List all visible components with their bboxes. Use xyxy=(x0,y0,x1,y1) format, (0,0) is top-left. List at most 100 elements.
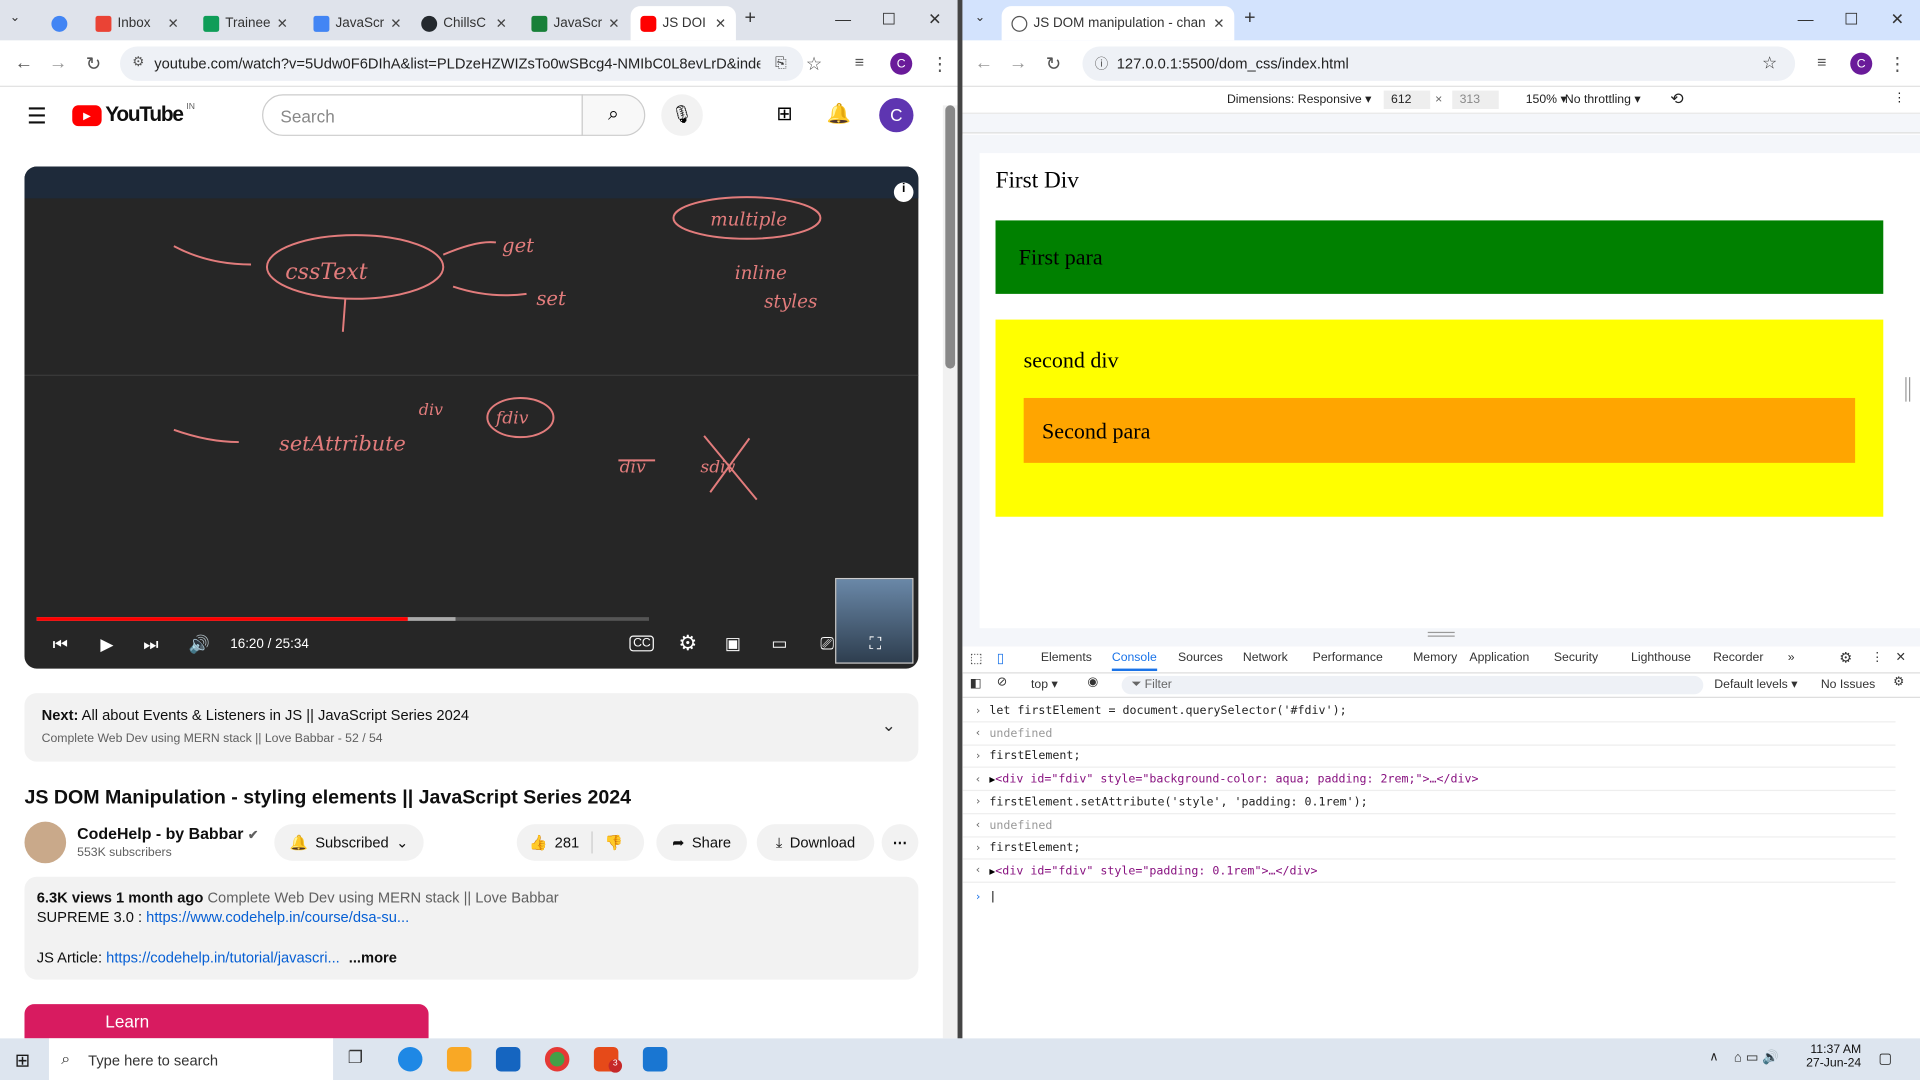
chevron-down-icon[interactable]: ⌄ xyxy=(882,715,896,736)
tab-elements[interactable]: Elements xyxy=(1041,651,1092,664)
more-link[interactable]: ...more xyxy=(349,949,397,966)
context-dropdown[interactable]: top ▾ xyxy=(1031,678,1058,691)
channel-name-row[interactable]: CodeHelp - by Babbar ✔ xyxy=(77,824,258,842)
profile-avatar[interactable]: C xyxy=(1850,52,1873,75)
share-button[interactable]: ➦ Share xyxy=(656,824,747,861)
play-icon[interactable]: ▶ xyxy=(100,634,113,655)
app-icon[interactable]: 3 xyxy=(593,1046,623,1073)
levels-dropdown[interactable]: Default levels ▾ xyxy=(1714,678,1797,691)
width-input[interactable]: 612 xyxy=(1383,90,1431,109)
reload-icon[interactable]: ↻ xyxy=(1046,53,1061,75)
tab-sources[interactable]: Sources xyxy=(1178,651,1223,664)
tab-4[interactable]: ChillsC ✕ xyxy=(411,6,516,40)
tray-chevron-icon[interactable]: ∧ xyxy=(1709,1051,1718,1064)
close-window-icon[interactable]: ✕ xyxy=(1891,10,1904,30)
create-video-icon[interactable]: ⊞ xyxy=(776,102,792,126)
profile-avatar[interactable]: C xyxy=(890,52,913,75)
tab-1[interactable]: Inbox ✕ xyxy=(86,6,189,40)
chrome-icon[interactable] xyxy=(544,1046,570,1072)
cast-icon[interactable]: ⎚ xyxy=(820,633,834,654)
tab-3[interactable]: JavaScr ✕ xyxy=(304,6,409,40)
close-devtools-icon[interactable]: ✕ xyxy=(1896,651,1906,664)
site-info-icon[interactable]: ⚙ xyxy=(132,54,144,70)
new-tab-icon[interactable]: + xyxy=(744,7,755,29)
tab-close-icon[interactable]: ✕ xyxy=(1213,15,1224,32)
file-explorer-icon[interactable] xyxy=(446,1046,472,1072)
description-box[interactable]: 6.3K views 1 month ago Complete Web Dev … xyxy=(24,876,919,980)
tab-close-icon[interactable]: ✕ xyxy=(496,15,507,32)
minimize-icon[interactable]: — xyxy=(835,10,851,28)
tab-close-icon[interactable]: ✕ xyxy=(608,15,619,32)
tab-6-active[interactable]: JS DOI ✕ xyxy=(630,6,736,41)
tab-close-icon[interactable]: ✕ xyxy=(390,15,401,32)
search-input[interactable]: Search xyxy=(262,94,583,136)
subscribed-button[interactable]: 🔔 Subscribed ⌄ xyxy=(274,824,424,861)
tab-network[interactable]: Network xyxy=(1243,651,1288,664)
menu-kebab-icon[interactable]: ⋮ xyxy=(931,53,949,75)
search-icon[interactable]: ⌕ xyxy=(581,94,646,136)
mail-icon[interactable] xyxy=(495,1046,521,1072)
tab-2[interactable]: Trainee ✕ xyxy=(193,6,296,40)
taskbar-search[interactable]: ⌕ Type here to search xyxy=(48,1038,334,1080)
maximize-icon[interactable]: ☐ xyxy=(882,10,896,30)
device-menu-icon[interactable]: ⋮ xyxy=(1893,92,1905,105)
settings-gear-icon[interactable]: ⚙ xyxy=(1839,649,1852,666)
maximize-icon[interactable]: ☐ xyxy=(1844,10,1858,30)
back-icon[interactable]: ← xyxy=(15,53,33,74)
voice-search-icon[interactable]: 🎙 xyxy=(661,94,703,136)
settings-gear-icon[interactable]: ⚙ xyxy=(678,632,697,656)
info-icon[interactable]: ⓘ xyxy=(1095,54,1108,74)
resize-handle-bottom[interactable] xyxy=(1427,631,1455,637)
task-view-icon[interactable]: ❐ xyxy=(348,1047,372,1071)
rotate-icon[interactable]: ⟲ xyxy=(1670,89,1683,109)
hamburger-menu-icon[interactable]: ☰ xyxy=(27,104,47,130)
thumbs-up-icon[interactable]: 👍 xyxy=(529,834,547,851)
tab-5[interactable]: JavaScr ✕ xyxy=(522,6,630,40)
miniplayer-icon[interactable]: ▣ xyxy=(725,633,741,654)
tab-search-icon[interactable]: ⌄ xyxy=(10,11,32,31)
up-next-panel[interactable]: Next: All about Events & Listeners in JS… xyxy=(24,693,919,762)
new-tab-icon[interactable]: + xyxy=(1244,7,1255,29)
throttling-dropdown[interactable]: No throttling ▾ xyxy=(1565,93,1641,106)
forward-icon[interactable]: → xyxy=(1009,53,1027,74)
page-scrollbar[interactable] xyxy=(942,105,958,1039)
console-line-element[interactable]: ‹ ▶ <div id="fdiv" style="padding: 0.1rem… xyxy=(962,861,1896,883)
inspect-element-icon[interactable]: ⬚ xyxy=(970,650,983,666)
media-control-icon[interactable]: ≡ xyxy=(1817,53,1826,71)
filter-input[interactable]: ⏷ Filter xyxy=(1121,675,1704,695)
promo-card[interactable]: Learn xyxy=(24,1004,429,1039)
next-icon[interactable]: ⏭ xyxy=(143,634,158,655)
account-avatar[interactable]: C xyxy=(879,97,914,133)
video-player[interactable]: i cssText multiple get inline set styles… xyxy=(24,166,919,669)
notification-center-icon[interactable]: ▢ xyxy=(1878,1049,1892,1066)
minimize-icon[interactable]: — xyxy=(1798,10,1814,28)
bookmark-star-icon[interactable]: ☆ xyxy=(1762,53,1777,74)
more-actions-icon[interactable]: ⋯ xyxy=(881,824,919,861)
progress-track[interactable] xyxy=(36,617,649,621)
address-bar[interactable]: ⓘ 127.0.0.1:5500/dom_css/index.html ☆ xyxy=(1082,46,1796,81)
tab-close-icon[interactable]: ✕ xyxy=(167,15,178,32)
eye-icon[interactable]: ◉ xyxy=(1087,676,1098,689)
back-icon[interactable]: ← xyxy=(975,53,993,74)
zoom-dropdown[interactable]: 150% ▾ xyxy=(1526,93,1567,106)
captions-icon[interactable]: CC xyxy=(629,635,655,652)
reload-icon[interactable]: ↻ xyxy=(86,53,101,75)
vscode-icon[interactable] xyxy=(642,1046,668,1072)
like-dislike-group[interactable]: 👍 281 👎 xyxy=(516,824,645,861)
tab-recorder[interactable]: Recorder xyxy=(1713,651,1763,664)
tab-search-icon[interactable]: ⌄ xyxy=(975,11,985,24)
install-icon[interactable]: ⎘ xyxy=(775,54,787,72)
tab-close-icon[interactable]: ✕ xyxy=(715,15,726,32)
youtube-logo[interactable]: ▶ YouTube IN xyxy=(72,103,195,127)
fullscreen-icon[interactable]: ⛶ xyxy=(869,633,881,654)
close-window-icon[interactable]: ✕ xyxy=(928,10,941,30)
thumbs-down-icon[interactable]: 👎 xyxy=(605,834,623,851)
clock[interactable]: 11:37 AM 27-Jun-24 xyxy=(1802,1043,1861,1070)
device-toggle-icon[interactable]: ▯ xyxy=(997,650,1004,666)
console-settings-icon[interactable]: ⚙ xyxy=(1893,676,1904,689)
clear-console-icon[interactable]: ⊘ xyxy=(997,676,1007,689)
height-input[interactable]: 313 xyxy=(1452,90,1499,109)
tab-console[interactable]: Console xyxy=(1111,651,1157,672)
forward-icon[interactable]: → xyxy=(49,53,67,74)
channel-avatar[interactable] xyxy=(24,821,67,864)
